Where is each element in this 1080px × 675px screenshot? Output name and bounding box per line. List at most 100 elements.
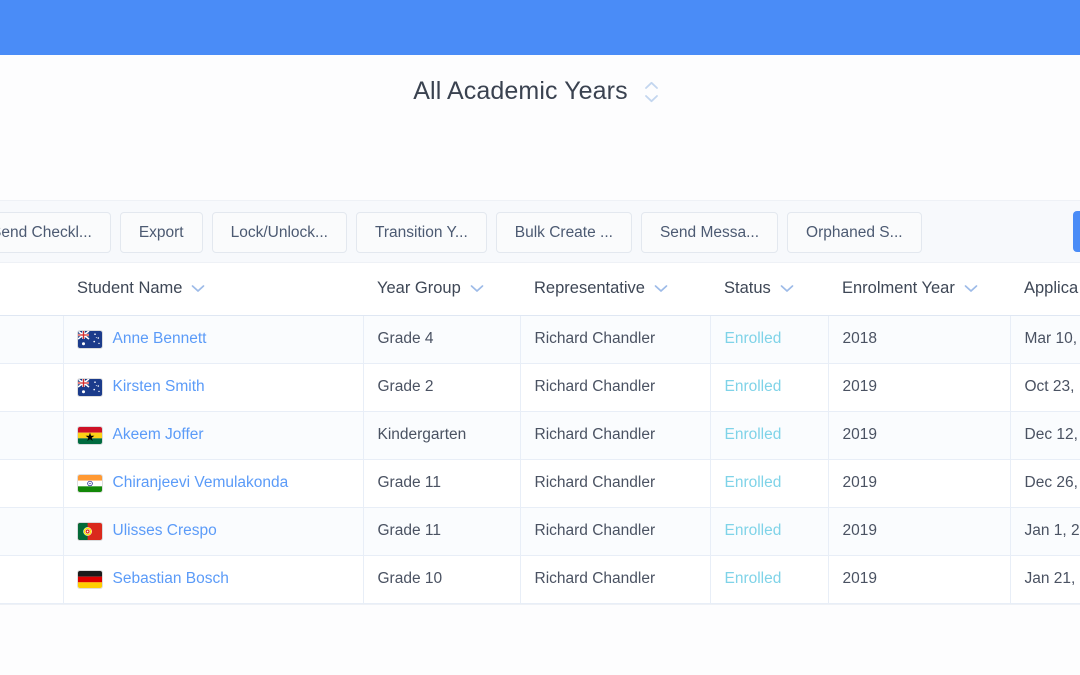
bulk-action-toolbar: Send Checkl... Export Lock/Unlock... Transi… (0, 200, 1080, 263)
column-header-checkbox[interactable]: e (0, 263, 63, 316)
table-row[interactable]: Ulisses Crespo Grade 11 Richard Chandler En… (0, 507, 1080, 556)
status-cell: Enrolled (710, 507, 829, 556)
row-select-cell[interactable] (0, 411, 64, 460)
page-title-bar: All Academic Years (0, 55, 1080, 128)
transition-year-button[interactable]: Transition Y... (355, 212, 487, 253)
year-group-cell: Grade 4 (363, 315, 521, 364)
row-select-cell[interactable] (0, 507, 64, 556)
table-header-row: e Student Name Year Group Representative Sta… (0, 263, 1080, 316)
application-date-cell: Oct 23, (1010, 363, 1080, 412)
student-name-link[interactable]: Kirsten Smith (113, 378, 205, 396)
application-date-cell: Mar 10, (1010, 315, 1080, 364)
filter-strip: View filter results a (0, 128, 1080, 306)
application-date-cell: Jan 1, 2 (1010, 507, 1080, 556)
app-top-banner (0, 0, 1080, 55)
chevron-down-icon[interactable] (470, 284, 484, 293)
enrolment-year-cell: 2019 (828, 363, 1011, 412)
student-name-cell: Akeem Joffer (63, 411, 364, 460)
student-name-cell: Sebastian Bosch (63, 555, 364, 604)
row-select-cell[interactable] (0, 315, 64, 364)
enrolment-year-cell: 2019 (828, 459, 1011, 508)
student-name-link[interactable]: Ulisses Crespo (113, 522, 217, 540)
enrolment-year-cell: 2019 (828, 507, 1011, 556)
student-list-page: All Academic Years View filter results a (0, 0, 1080, 675)
table-row[interactable]: Akeem Joffer Kindergarten Richard Chandler… (0, 411, 1080, 460)
status-cell: Enrolled (710, 315, 829, 364)
status-badge: Enrolled (724, 330, 782, 347)
student-name-link[interactable]: Sebastian Bosch (113, 570, 229, 588)
chevron-down-icon[interactable] (780, 284, 794, 293)
table-row[interactable]: Chiranjeevi Vemulakonda Grade 11 Richard C… (0, 459, 1080, 508)
student-name-cell: Ulisses Crespo (63, 507, 364, 556)
student-name-cell: Kirsten Smith (63, 363, 364, 412)
australia-flag (77, 378, 102, 396)
export-button[interactable]: Export (119, 212, 203, 253)
enrolment-year-cell: 2019 (828, 411, 1011, 460)
status-badge: Enrolled (724, 474, 782, 491)
page-title: All Academic Years (413, 77, 628, 105)
column-header-label: Student Name (77, 279, 183, 298)
table-row[interactable]: Kirsten Smith Grade 2 Richard Chandler Enro… (0, 363, 1080, 412)
primary-action-button[interactable] (1073, 211, 1080, 252)
representative-cell: Richard Chandler (520, 459, 711, 508)
column-header-label: Year Group (377, 279, 461, 298)
table-row[interactable]: Sebastian Bosch Grade 10 Richard Chandler E… (0, 555, 1080, 604)
bulk-create-button[interactable]: Bulk Create ... (495, 212, 632, 253)
table-head: e Student Name Year Group Representative Sta… (0, 263, 1080, 316)
status-badge: Enrolled (724, 570, 782, 587)
table-body: Anne Bennett Grade 4 Richard Chandler Enrol… (0, 315, 1080, 604)
student-name-cell: Anne Bennett (63, 315, 364, 364)
status-badge: Enrolled (724, 426, 782, 443)
year-group-cell: Grade 2 (363, 363, 521, 412)
row-select-cell[interactable] (0, 363, 64, 412)
lock-unlock-button[interactable]: Lock/Unlock... (211, 212, 347, 253)
row-select-cell[interactable] (0, 555, 64, 604)
column-header-enrolment-year[interactable]: Enrolment Year (828, 263, 1010, 316)
column-header-label: Representative (534, 279, 645, 298)
column-header-label: Status (724, 279, 771, 298)
column-header-label: Enrolment Year (842, 279, 955, 298)
row-select-cell[interactable] (0, 459, 64, 508)
chevron-up-down-icon[interactable] (642, 79, 661, 105)
ghana-flag (77, 426, 102, 444)
chevron-down-icon[interactable] (191, 284, 205, 293)
column-header-label: Applica (1024, 279, 1079, 298)
status-cell: Enrolled (710, 459, 829, 508)
student-name-cell: Chiranjeevi Vemulakonda (63, 459, 364, 508)
year-group-cell: Grade 11 (363, 459, 521, 508)
send-message-button[interactable]: Send Messa... (640, 212, 779, 253)
representative-cell: Richard Chandler (520, 555, 711, 604)
portugal-flag (77, 522, 102, 540)
student-name-link[interactable]: Akeem Joffer (113, 426, 204, 444)
send-checklist-button[interactable]: Send Checkl... (0, 212, 111, 253)
enrolment-year-cell: 2019 (828, 555, 1011, 604)
status-cell: Enrolled (710, 363, 829, 412)
germany-flag (77, 570, 102, 588)
column-header-representative[interactable]: Representative (520, 263, 710, 316)
column-header-student-name[interactable]: Student Name (63, 263, 363, 316)
student-name-link[interactable]: Anne Bennett (113, 330, 207, 348)
student-name-link[interactable]: Chiranjeevi Vemulakonda (113, 474, 289, 492)
application-date-cell: Dec 26, (1010, 459, 1080, 508)
india-flag (77, 474, 102, 492)
column-header-application-date[interactable]: Applica (1010, 263, 1080, 316)
representative-cell: Richard Chandler (520, 363, 711, 412)
year-group-cell: Grade 10 (363, 555, 521, 604)
table-row[interactable]: Anne Bennett Grade 4 Richard Chandler Enrol… (0, 315, 1080, 364)
column-header-status[interactable]: Status (710, 263, 828, 316)
students-table-container: e Student Name Year Group Representative Sta… (0, 263, 1080, 604)
column-header-year-group[interactable]: Year Group (363, 263, 520, 316)
australia-flag (77, 330, 102, 348)
status-cell: Enrolled (710, 555, 829, 604)
orphaned-students-button[interactable]: Orphaned S... (787, 212, 922, 253)
application-date-cell: Jan 21, (1010, 555, 1080, 604)
representative-cell: Richard Chandler (520, 411, 711, 460)
chevron-down-icon[interactable] (964, 284, 978, 293)
representative-cell: Richard Chandler (520, 507, 711, 556)
year-group-cell: Grade 11 (363, 507, 521, 556)
status-cell: Enrolled (710, 411, 829, 460)
chevron-down-icon[interactable] (654, 284, 668, 293)
status-badge: Enrolled (724, 378, 782, 395)
year-group-cell: Kindergarten (363, 411, 521, 460)
representative-cell: Richard Chandler (520, 315, 711, 364)
